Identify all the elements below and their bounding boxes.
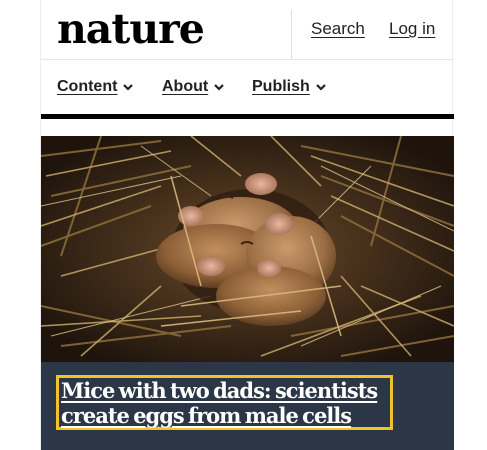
headline-caption: Mice with two dads: scientists create eg…: [41, 362, 454, 450]
nav-item-about-label: About: [162, 78, 209, 95]
nav-item-about[interactable]: About: [162, 78, 225, 96]
focused-headline-link[interactable]: Mice with two dads: scientists create eg…: [56, 375, 393, 430]
nav-item-content-label: Content: [57, 78, 118, 95]
headline-line-1[interactable]: Mice with two dads: scientists: [61, 378, 390, 403]
nav-item-content[interactable]: Content: [57, 78, 134, 96]
nav-item-publish[interactable]: Publish: [252, 78, 327, 96]
chevron-down-icon: [214, 83, 224, 91]
search-link[interactable]: Search: [311, 19, 365, 39]
masthead: nature Search Log in: [41, 0, 454, 60]
hero-image: [41, 136, 454, 362]
page: nature Search Log in Content About Publi…: [40, 0, 454, 450]
nav-item-publish-label: Publish: [252, 78, 310, 95]
chevron-down-icon: [316, 83, 326, 91]
headline-line-2[interactable]: create eggs from male cells: [61, 403, 390, 428]
section-rule: [41, 114, 454, 119]
header-divider: [291, 10, 292, 60]
main-nav: Content About Publish: [41, 60, 454, 112]
hero-story[interactable]: Mice with two dads: scientists create eg…: [41, 136, 454, 450]
login-link[interactable]: Log in: [389, 19, 435, 39]
chevron-down-icon: [123, 83, 134, 91]
nature-logo[interactable]: nature: [57, 4, 205, 54]
